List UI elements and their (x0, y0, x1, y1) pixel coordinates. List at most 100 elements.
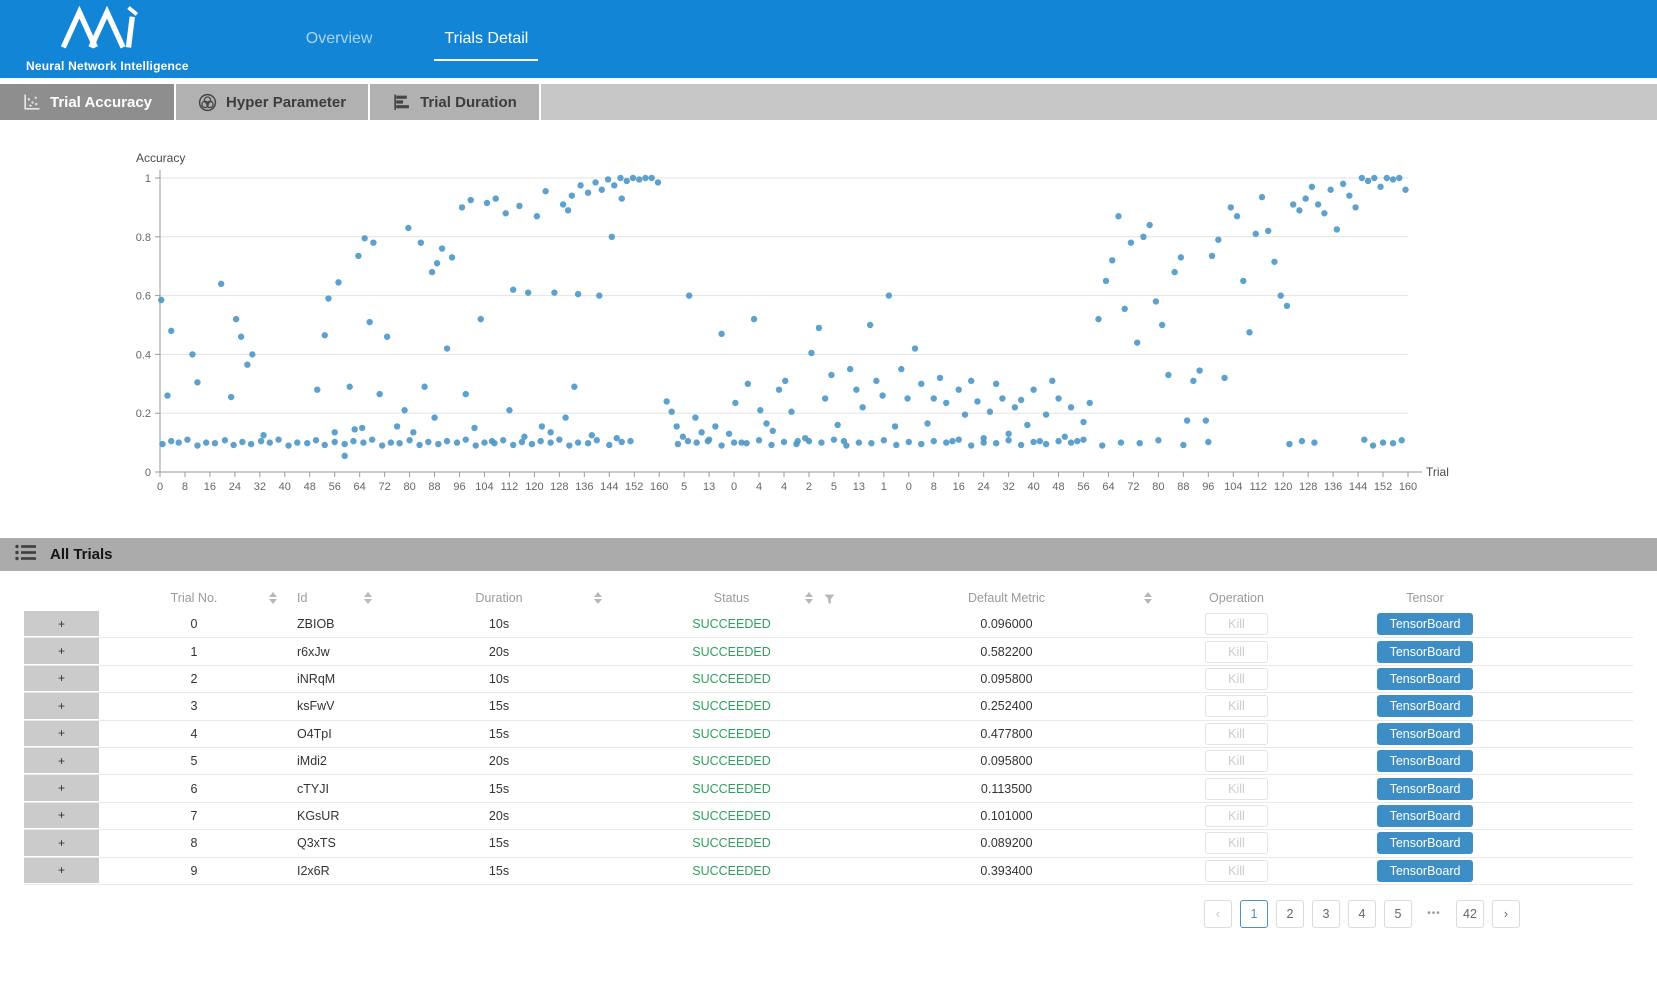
pagination-prev-button[interactable]: ‹ (1204, 900, 1232, 928)
scatter-point[interactable] (1259, 194, 1265, 200)
scatter-point[interactable] (918, 381, 924, 387)
kill-button[interactable]: Kill (1205, 641, 1268, 663)
scatter-point[interactable] (993, 381, 999, 387)
scatter-point[interactable] (184, 436, 190, 442)
scatter-point[interactable] (993, 440, 999, 446)
scatter-point[interactable] (1334, 226, 1340, 232)
scatter-point[interactable] (668, 409, 674, 415)
sort-icon[interactable] (805, 592, 813, 604)
scatter-point[interactable] (1390, 440, 1396, 446)
scatter-point[interactable] (1005, 431, 1011, 437)
scatter-point[interactable] (943, 400, 949, 406)
scatter-point[interactable] (396, 440, 402, 446)
pagination-page-42[interactable]: 42 (1456, 900, 1484, 928)
scatter-point[interactable] (868, 440, 874, 446)
scatter-point[interactable] (294, 439, 300, 445)
kill-button[interactable]: Kill (1205, 778, 1268, 800)
scatter-point[interactable] (594, 437, 600, 443)
scatter-point[interactable] (529, 441, 535, 447)
scatter-point[interactable] (589, 432, 595, 438)
scatter-point[interactable] (1209, 253, 1215, 259)
scatter-point[interactable] (463, 436, 469, 442)
expand-row-button[interactable]: + (24, 803, 99, 829)
scatter-point[interactable] (360, 439, 366, 445)
scatter-point[interactable] (394, 423, 400, 429)
scatter-point[interactable] (1221, 375, 1227, 381)
scatter-point[interactable] (1043, 441, 1049, 447)
scatter-point[interactable] (906, 439, 912, 445)
scatter-point[interactable] (1215, 237, 1221, 243)
scatter-point[interactable] (525, 289, 531, 295)
scatter-point[interactable] (228, 394, 234, 400)
header-trial-no[interactable]: Trial No. (99, 585, 289, 611)
scatter-point[interactable] (1080, 419, 1086, 425)
scatter-point[interactable] (239, 439, 245, 445)
scatter-point[interactable] (1190, 378, 1196, 384)
scatter-point[interactable] (881, 437, 887, 443)
scatter-point[interactable] (565, 207, 571, 213)
scatter-point[interactable] (566, 442, 572, 448)
scatter-point[interactable] (596, 292, 602, 298)
scatter-point[interactable] (1074, 438, 1080, 444)
scatter-point[interactable] (304, 440, 310, 446)
scatter-point[interactable] (673, 423, 679, 429)
scatter-point[interactable] (1024, 422, 1030, 428)
scatter-point[interactable] (1311, 439, 1317, 445)
scatter-point[interactable] (1296, 207, 1302, 213)
scatter-point[interactable] (489, 438, 495, 444)
scatter-point[interactable] (189, 351, 195, 357)
scatter-point[interactable] (1315, 201, 1321, 207)
expand-row-button[interactable]: + (24, 775, 99, 801)
scatter-point[interactable] (1115, 213, 1121, 219)
scatter-point[interactable] (1018, 397, 1024, 403)
scatter-point[interactable] (332, 429, 338, 435)
scatter-point[interactable] (325, 295, 331, 301)
scatter-point[interactable] (592, 179, 598, 185)
scatter-point[interactable] (449, 254, 455, 260)
scatter-point[interactable] (847, 366, 853, 372)
scatter-point[interactable] (1228, 204, 1234, 210)
scatter-point[interactable] (410, 429, 416, 435)
scatter-point[interactable] (1359, 175, 1365, 181)
scatter-point[interactable] (1068, 404, 1074, 410)
kill-button[interactable]: Kill (1205, 805, 1268, 827)
scatter-point[interactable] (212, 440, 218, 446)
scatter-point[interactable] (1153, 298, 1159, 304)
scatter-point[interactable] (879, 392, 885, 398)
scatter-point[interactable] (575, 439, 581, 445)
scatter-point[interactable] (1402, 187, 1408, 193)
sort-icon[interactable] (1144, 592, 1152, 604)
scatter-point[interactable] (1030, 386, 1036, 392)
pagination-page-2[interactable]: 2 (1276, 900, 1304, 928)
scatter-point[interactable] (770, 428, 776, 434)
scatter-point[interactable] (705, 438, 711, 444)
scatter-point[interactable] (1371, 175, 1377, 181)
expand-row-button[interactable]: + (24, 858, 99, 884)
scatter-point[interactable] (556, 436, 562, 442)
scatter-point[interactable] (1140, 234, 1146, 240)
filter-icon[interactable] (824, 594, 835, 605)
scatter-point[interactable] (569, 192, 575, 198)
scatter-point[interactable] (1103, 278, 1109, 284)
sort-icon[interactable] (269, 592, 277, 604)
scatter-point[interactable] (516, 203, 522, 209)
scatter-point[interactable] (577, 182, 583, 188)
scatter-point[interactable] (159, 441, 165, 447)
pagination-page-4[interactable]: 4 (1348, 900, 1376, 928)
pagination-next-button[interactable]: › (1492, 900, 1520, 928)
scatter-point[interactable] (444, 345, 450, 351)
scatter-point[interactable] (1155, 437, 1161, 443)
scatter-point[interactable] (731, 439, 737, 445)
scatter-point[interactable] (249, 351, 255, 357)
tensorboard-button[interactable]: TensorBoard (1377, 860, 1474, 882)
scatter-point[interactable] (1370, 442, 1376, 448)
scatter-point[interactable] (547, 439, 553, 445)
scatter-point[interactable] (506, 407, 512, 413)
scatter-point[interactable] (471, 425, 477, 431)
scatter-point[interactable] (1005, 437, 1011, 443)
scatter-point[interactable] (1246, 329, 1252, 335)
scatter-point[interactable] (822, 395, 828, 401)
scatter-point[interactable] (1365, 178, 1371, 184)
scatter-point[interactable] (421, 384, 427, 390)
scatter-point[interactable] (617, 175, 623, 181)
